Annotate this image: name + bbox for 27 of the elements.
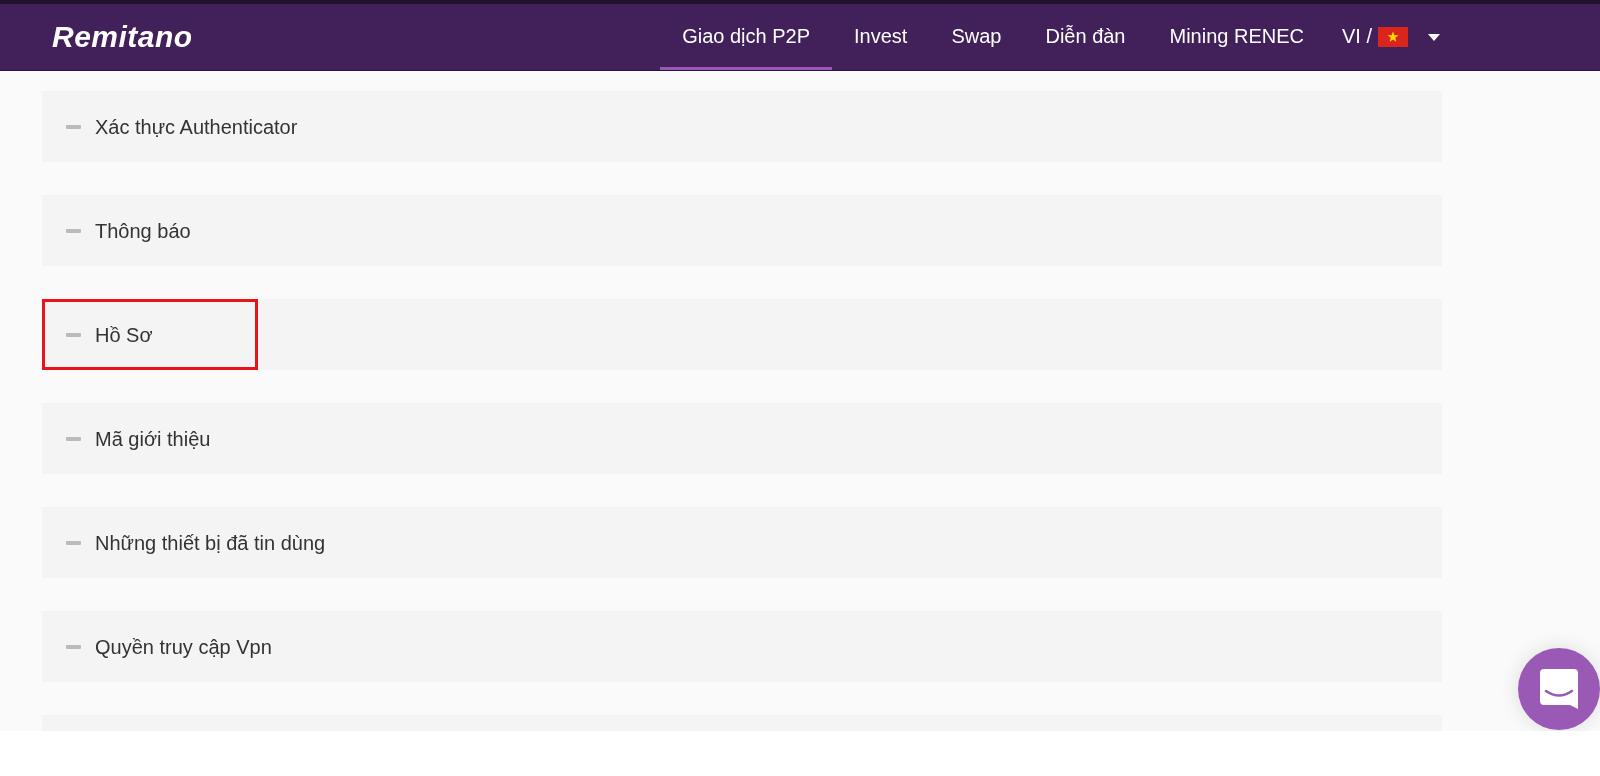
section-title: Mã giới thiệu	[95, 426, 211, 452]
minus-icon	[66, 332, 81, 337]
accordion-header[interactable]: Xác thực Authenticator	[42, 91, 1442, 162]
accordion-header[interactable]: Hồ Sơ	[42, 299, 1442, 370]
section-title: Những thiết bị đã tin dùng	[95, 530, 326, 556]
flag-icon	[1378, 27, 1408, 47]
accordion-header[interactable]: Những thiết bị đã tin dùng	[42, 507, 1442, 578]
minus-icon	[66, 436, 81, 441]
accordion-header[interactable]: Quyền truy cập Vpn	[42, 611, 1442, 682]
accordion-header[interactable]: Mã giới thiệu	[42, 403, 1442, 474]
nav-link[interactable]: Mining RENEC	[1147, 4, 1326, 70]
logo[interactable]: Remitano	[52, 22, 193, 52]
minus-icon	[66, 644, 81, 649]
nav-link[interactable]: Diễn đàn	[1023, 4, 1148, 70]
language-selector[interactable]: VI /	[1342, 20, 1372, 54]
minus-icon	[66, 540, 81, 545]
accordion-header[interactable]: Thông báo	[42, 195, 1442, 266]
nav-link[interactable]: Invest	[832, 4, 930, 70]
caret-icon[interactable]	[1428, 33, 1440, 41]
minus-icon	[66, 228, 81, 233]
chat-icon	[1540, 669, 1578, 709]
nav-link[interactable]: Swap	[929, 4, 1024, 70]
section-title: Thông báo	[95, 218, 191, 244]
section-title: Hồ Sơ	[95, 322, 153, 348]
section-title: Xác thực Authenticator	[95, 114, 298, 140]
section-title: Quyền truy cập Vpn	[95, 634, 272, 660]
minus-icon	[66, 124, 81, 129]
